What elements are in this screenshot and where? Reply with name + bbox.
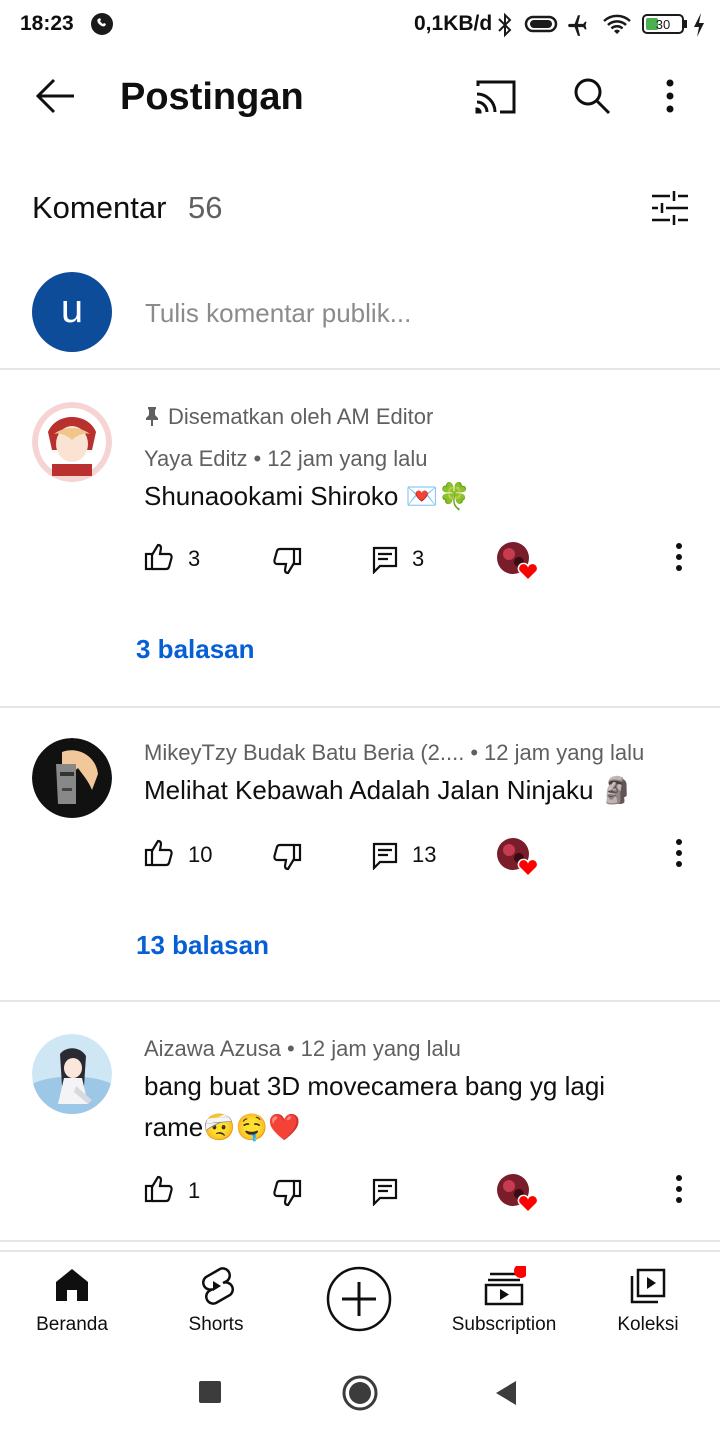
nav-home-label: Beranda [36,1314,108,1335]
comment-text: Shunaookami Shiroko 💌🍀 [144,481,471,511]
nav-subscriptions[interactable]: Subscription [432,1252,576,1346]
comment-actions: 3 3 [0,542,720,582]
comment-author[interactable]: Aizawa Azusa [144,1036,281,1061]
comment-author[interactable]: Yaya Editz [144,446,248,471]
comment-item: Aizawa Azusa • 12 jam yang lalu bang buat … [0,1002,720,1240]
comments-label: Komentar [32,190,167,225]
more-vert-icon[interactable] [664,78,676,119]
nav-home[interactable]: Beranda [0,1252,144,1346]
comment-text: Melihat Kebawah Adalah Jalan Ninjaku 🗿 [144,775,634,805]
reply-icon[interactable] [372,842,398,875]
nav-shorts[interactable]: Shorts [144,1252,288,1346]
nav-library[interactable]: Koleksi [576,1252,720,1346]
bottom-navigation: Beranda Shorts Subscription Koleksi [0,1250,720,1344]
system-navigation-bar [0,1344,720,1440]
network-speed: 0,1KB/d [414,12,493,35]
creator-heart-icon [497,1174,539,1214]
reply-icon[interactable] [372,546,398,579]
comment-time: 12 jam yang lalu [267,446,428,471]
like-icon[interactable] [144,838,174,873]
status-time: 18:23 [20,12,74,35]
like-count: 10 [188,842,213,867]
battery-level: 30 [656,17,670,32]
creator-heart-icon [497,838,539,878]
bluetooth-icon [496,12,514,43]
comment-avatar[interactable] [32,1034,112,1114]
comment-actions: 10 13 [0,838,720,878]
divider [0,1240,720,1242]
comment-time: 12 jam yang lalu [300,1036,461,1061]
comment-actions: 1 [0,1174,720,1214]
notification-dot [514,1264,528,1278]
cast-icon[interactable] [474,78,518,121]
comment-compose[interactable]: u Tulis komentar publik... [0,268,720,368]
wifi-icon [602,12,632,43]
sort-filter-icon[interactable] [650,188,690,233]
app-bar: Postingan [0,52,720,144]
nav-shorts-label: Shorts [188,1314,244,1335]
whatsapp-icon [90,12,114,41]
back-arrow-icon[interactable] [34,76,78,121]
nav-subscriptions-label: Subscription [451,1314,557,1335]
comment-text: bang buat 3D movecamera bang yg lagi ram… [144,1071,606,1142]
comment-item: MikeyTzy Budak Batu Beria (2.... • 12 jam … [0,708,720,1000]
comment-more-icon[interactable] [674,542,684,577]
dislike-icon[interactable] [272,842,302,877]
recents-icon[interactable] [199,1381,221,1408]
status-bar: 18:23 0,1KB/d 30 [0,0,720,52]
reply-count: 3 [412,546,425,571]
create-icon[interactable] [326,1266,392,1337]
comment-author[interactable]: MikeyTzy Budak Batu Beria (2.... [144,740,464,765]
comment-time: 12 jam yang lalu [484,740,645,765]
like-icon[interactable] [144,542,174,577]
pinned-label: Disematkan oleh AM Editor [144,404,433,430]
comment-meta: Aizawa Azusa • 12 jam yang lalu [144,1036,461,1061]
library-icon [628,1266,668,1311]
view-replies-button[interactable]: 3 balasan [136,634,255,665]
comment-input[interactable]: Tulis komentar publik... [145,298,411,329]
comment-meta: MikeyTzy Budak Batu Beria (2.... • 12 jam … [144,740,645,765]
comment-meta: Yaya Editz • 12 jam yang lalu [144,446,428,471]
battery-icon: 30 [642,13,688,40]
like-count: 3 [188,546,201,571]
back-button-icon[interactable] [494,1380,518,1411]
comment-more-icon[interactable] [674,838,684,873]
creator-heart-icon [497,542,539,582]
comments-count: 56 [188,190,223,225]
view-replies-button[interactable]: 13 balasan [136,930,269,961]
user-avatar: u [32,272,112,352]
home-button-icon[interactable] [342,1375,378,1416]
pin-icon [146,407,158,426]
reply-icon[interactable] [372,1178,398,1211]
page-title: Postingan [120,76,304,118]
comment-item: Disematkan oleh AM Editor Yaya Editz • 12 … [0,370,720,706]
nav-library-label: Koleksi [617,1314,679,1335]
dislike-icon[interactable] [272,1178,302,1213]
home-icon [53,1266,91,1309]
subscriptions-icon [482,1264,528,1311]
like-icon[interactable] [144,1174,174,1209]
comment-avatar[interactable] [32,738,112,818]
comments-header: Komentar 56 [0,180,720,240]
dislike-icon[interactable] [272,546,302,581]
search-icon[interactable] [572,76,612,121]
reply-count: 13 [412,842,437,867]
airplane-mode-icon [566,12,592,43]
charging-icon [692,12,706,43]
shorts-icon [198,1266,234,1311]
like-count: 1 [188,1178,201,1203]
vibrate-icon [524,14,558,39]
comment-avatar[interactable] [32,402,112,482]
comment-more-icon[interactable] [674,1174,684,1209]
